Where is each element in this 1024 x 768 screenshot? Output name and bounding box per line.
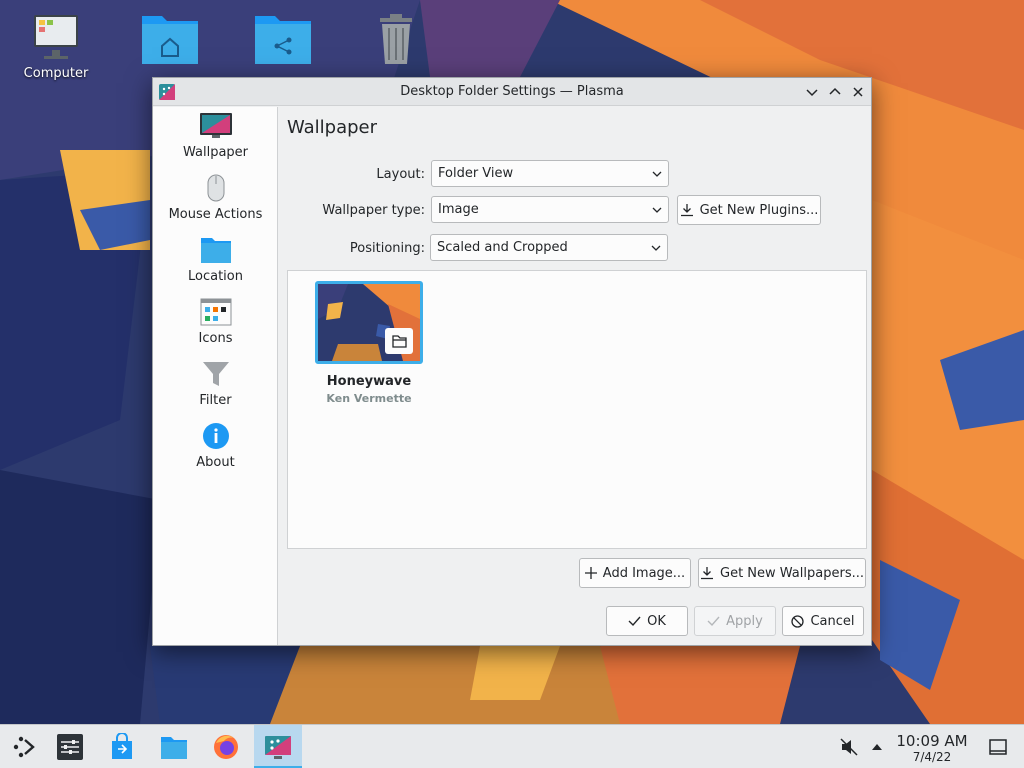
wallpaper-list[interactable]: Honeywave Ken Vermette: [287, 270, 867, 549]
mouse-icon: [207, 174, 224, 202]
taskbar-firefox[interactable]: [202, 725, 250, 768]
sidebar-item-label: Wallpaper: [182, 145, 249, 160]
discover-icon: [112, 733, 132, 759]
wallpaper-author: Ken Vermette: [326, 392, 412, 405]
desktop-icon-computer[interactable]: Computer: [16, 10, 96, 81]
close-icon[interactable]: [849, 83, 867, 101]
chevron-down-icon: [652, 171, 662, 177]
wallpaper-name: Honeywave: [326, 374, 412, 389]
icons-grid-icon: [200, 298, 231, 326]
apply-button[interactable]: Apply: [694, 606, 776, 636]
sidebar-item-label: Mouse Actions: [168, 207, 263, 222]
checkmark-icon: [628, 616, 641, 627]
computer-icon: [34, 15, 78, 59]
taskbar-desktop-settings[interactable]: [254, 725, 302, 768]
wallpaper-type-select[interactable]: Image: [431, 196, 669, 223]
show-desktop-icon[interactable]: [988, 737, 1008, 757]
network-folder-icon: [255, 16, 311, 64]
apply-label: Apply: [726, 613, 763, 629]
ok-button[interactable]: OK: [606, 606, 688, 636]
wallpaper-item[interactable]: Honeywave Ken Vermette: [288, 271, 450, 416]
get-new-wallpapers-button[interactable]: Get New Wallpapers...: [698, 558, 866, 588]
sidebar-item-label: Location: [188, 269, 243, 284]
home-folder-icon: [142, 16, 198, 64]
monitor-icon: [199, 113, 232, 138]
taskbar-discover[interactable]: [98, 725, 146, 768]
audio-muted-icon[interactable]: [839, 737, 859, 757]
layout-select[interactable]: Folder View: [431, 160, 669, 187]
wallpaper-type-select-value: Image: [438, 202, 479, 217]
dolphin-icon: [161, 737, 187, 759]
chevron-down-icon: [652, 207, 662, 213]
clock-time[interactable]: 10:09 AM: [890, 732, 974, 750]
open-folder-button[interactable]: [385, 328, 413, 354]
wallpaper-thumbnail[interactable]: [315, 281, 423, 364]
system-tray-expand-icon[interactable]: [871, 742, 883, 752]
sidebar-item-label: Icons: [198, 331, 233, 346]
taskbar-dolphin[interactable]: [150, 725, 198, 768]
folder-icon: [200, 238, 231, 263]
window-title: Desktop Folder Settings — Plasma: [400, 84, 624, 99]
sidebar-item-filter[interactable]: Filter: [153, 357, 278, 419]
add-image-button[interactable]: Add Image...: [579, 558, 691, 588]
taskbar-system-settings[interactable]: [46, 725, 94, 768]
desktop-icon-home[interactable]: [130, 10, 210, 66]
get-new-plugins-button[interactable]: Get New Plugins...: [677, 195, 821, 225]
desktop-icon-label: Computer: [23, 66, 89, 81]
get-new-wallpapers-label: Get New Wallpapers...: [720, 565, 864, 581]
system-settings-icon: [57, 734, 83, 760]
layout-label: Layout:: [376, 167, 425, 182]
chevron-down-icon: [651, 245, 661, 251]
window-titlebar[interactable]: Desktop Folder Settings — Plasma: [153, 78, 871, 106]
desktop-icon-network[interactable]: [243, 10, 323, 66]
taskbar: 10:09 AM 7/4/22: [0, 724, 1024, 768]
plus-icon: [584, 567, 597, 579]
desktop-icon-trash[interactable]: [356, 10, 436, 66]
page-title: Wallpaper: [287, 117, 378, 138]
wallpaper-type-label: Wallpaper type:: [322, 203, 425, 218]
ok-label: OK: [647, 613, 666, 629]
info-icon: [202, 423, 229, 449]
positioning-select-value: Scaled and Cropped: [437, 240, 568, 255]
settings-content: Wallpaper Layout: Folder View Wallpaper …: [279, 107, 871, 645]
layout-select-value: Folder View: [438, 166, 514, 181]
clock-date[interactable]: 7/4/22: [890, 750, 974, 764]
settings-sidebar: Wallpaper Mouse Actions Location Icons F…: [153, 107, 278, 645]
cancel-label: Cancel: [810, 613, 855, 629]
folder-outline-icon: [392, 335, 407, 348]
sidebar-item-about[interactable]: About: [153, 419, 278, 481]
sidebar-item-location[interactable]: Location: [153, 233, 278, 295]
sidebar-item-label: About: [196, 455, 235, 470]
minimize-icon[interactable]: [803, 83, 821, 101]
download-icon: [701, 567, 713, 580]
positioning-label: Positioning:: [349, 241, 425, 256]
maximize-icon[interactable]: [826, 83, 844, 101]
filter-funnel-icon: [202, 362, 229, 386]
cancel-button[interactable]: Cancel: [782, 606, 864, 636]
add-image-label: Add Image...: [602, 565, 686, 581]
cancel-icon: [791, 614, 805, 628]
positioning-select[interactable]: Scaled and Cropped: [430, 234, 668, 261]
trash-icon: [380, 14, 412, 64]
sidebar-item-label: Filter: [199, 393, 232, 408]
checkmark-icon: [707, 616, 720, 627]
desktop-settings-icon: [265, 736, 291, 759]
firefox-icon: [214, 735, 238, 759]
sidebar-item-mouse-actions[interactable]: Mouse Actions: [153, 171, 278, 233]
sidebar-item-icons[interactable]: Icons: [153, 295, 278, 357]
application-launcher-button[interactable]: [0, 725, 48, 768]
sidebar-item-wallpaper[interactable]: Wallpaper: [153, 109, 278, 171]
download-icon: [680, 204, 693, 217]
desktop-folder-settings-dialog: Desktop Folder Settings — Plasma Wallpap…: [152, 77, 872, 646]
get-new-plugins-label: Get New Plugins...: [699, 202, 819, 218]
application-launcher-icon: [13, 736, 35, 758]
